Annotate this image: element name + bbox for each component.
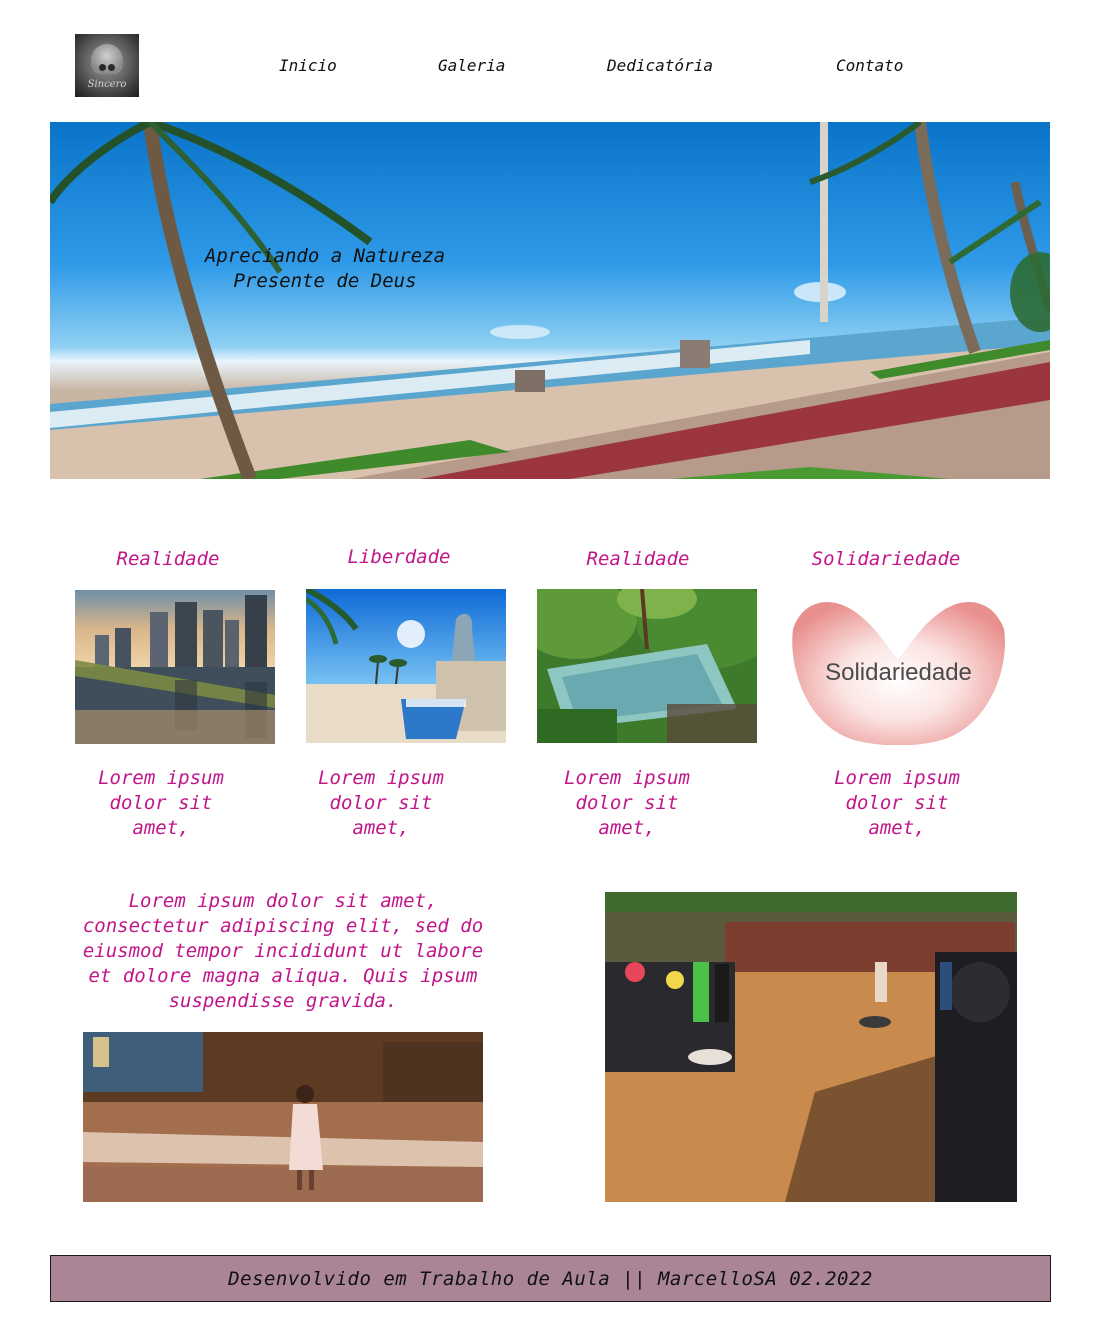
community-event-image[interactable] — [605, 892, 1017, 1202]
site-footer: Desenvolvido em Trabalho de Aula || Marc… — [50, 1255, 1051, 1302]
solidarity-image-text: Solidariedade — [825, 659, 972, 686]
logo-text: Sincero — [87, 79, 127, 90]
card-desc-4: Lorem ipsum dolor sit amet, — [834, 767, 960, 839]
card-title-liberdade: Liberdade — [347, 546, 451, 568]
forest-pool-image[interactable] — [537, 589, 757, 743]
beach-statue-image[interactable] — [306, 589, 506, 743]
site-logo[interactable]: Sincero — [75, 34, 139, 97]
hero-title: Apreciando a Natureza Presente de Deus — [180, 244, 470, 294]
card-desc-3: Lorem ipsum dolor sit amet, — [564, 767, 690, 839]
card-desc-1: Lorem ipsum dolor sit amet, — [98, 767, 224, 839]
nav-link-galeria[interactable]: Galeria — [438, 56, 505, 76]
footer-text: Desenvolvido em Trabalho de Aula || Marc… — [228, 1267, 873, 1290]
card-desc-2: Lorem ipsum dolor sit amet, — [318, 767, 444, 839]
nav-link-dedicatoria[interactable]: Dedicatória — [607, 56, 713, 76]
hero-title-line1: Apreciando a Natureza — [204, 245, 446, 267]
child-photo-image[interactable] — [83, 1032, 483, 1202]
intro-paragraph: Lorem ipsum dolor sit amet, consectetur … — [82, 890, 484, 1012]
hero-title-line2: Presente de Deus — [233, 270, 417, 292]
nav-link-inicio[interactable]: Inicio — [279, 56, 337, 76]
hero-banner: Apreciando a Natureza Presente de Deus — [50, 122, 1050, 479]
card-title-realidade-2: Realidade — [586, 548, 690, 570]
skull-icon — [91, 44, 123, 74]
card-title-realidade: Realidade — [116, 548, 220, 570]
nav-link-contato[interactable]: Contato — [836, 56, 903, 76]
card-title-solidariedade: Solidariedade — [811, 548, 961, 570]
city-skyline-image[interactable] — [75, 590, 275, 744]
solidarity-hands-image[interactable]: Solidariedade — [788, 589, 1009, 745]
beach-scene-image — [50, 122, 1050, 479]
